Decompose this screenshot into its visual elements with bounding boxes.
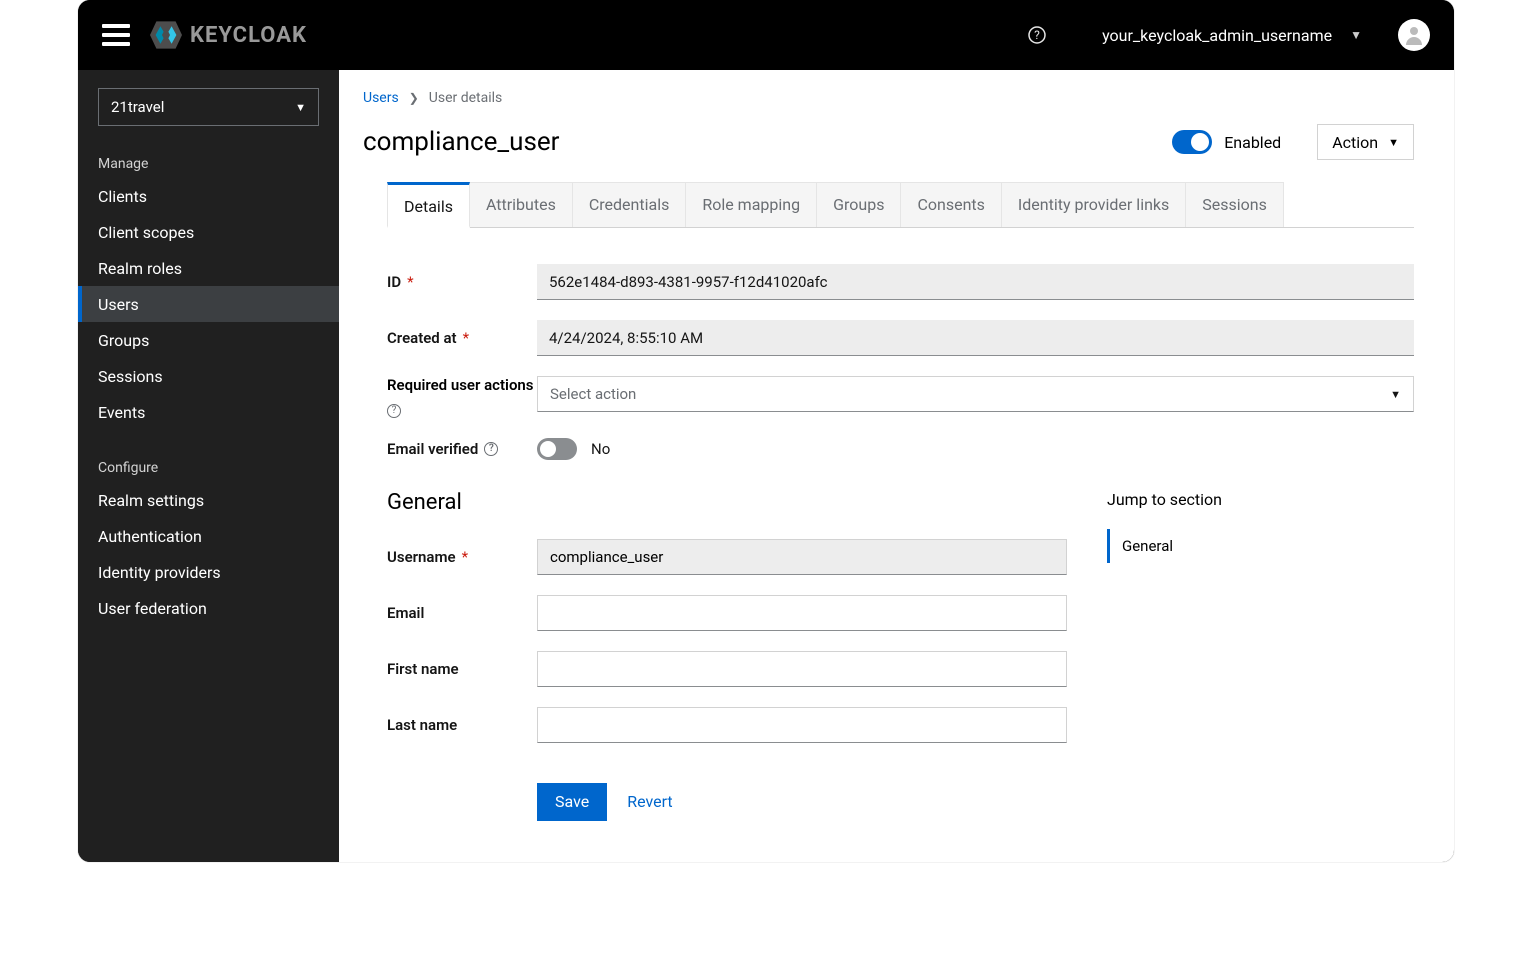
username-input[interactable] <box>537 539 1067 575</box>
email-verified-label: Email verified <box>387 440 478 458</box>
sidebar-item-events[interactable]: Events <box>78 394 339 430</box>
email-verified-value: No <box>591 440 610 458</box>
realm-name: 21travel <box>111 98 164 116</box>
tab-role-mapping[interactable]: Role mapping <box>686 182 817 227</box>
sidebar-item-identity-providers[interactable]: Identity providers <box>78 554 339 590</box>
topbar: KEYCLOAK ? your_keycloak_admin_username … <box>78 0 1454 70</box>
select-placeholder: Select action <box>550 385 636 403</box>
last-name-label: Last name <box>387 716 457 734</box>
avatar[interactable] <box>1398 19 1430 51</box>
tab-details[interactable]: Details <box>387 182 470 228</box>
svg-text:?: ? <box>1034 28 1040 42</box>
username-label: your_keycloak_admin_username <box>1102 26 1332 45</box>
last-name-input[interactable] <box>537 707 1067 743</box>
help-icon[interactable]: ? <box>387 404 401 418</box>
jump-to-section-heading: Jump to section <box>1107 490 1307 509</box>
caret-down-icon: ▼ <box>1350 28 1362 42</box>
tabs: Details Attributes Credentials Role mapp… <box>387 182 1414 228</box>
save-button[interactable]: Save <box>537 783 607 821</box>
email-input[interactable] <box>537 595 1067 631</box>
keycloak-logo-icon <box>150 21 182 49</box>
id-label: ID <box>387 273 401 291</box>
breadcrumb-users-link[interactable]: Users <box>363 90 399 106</box>
tab-identity-provider-links[interactable]: Identity provider links <box>1002 182 1186 227</box>
tab-consents[interactable]: Consents <box>901 182 1001 227</box>
sidebar-item-users[interactable]: Users <box>78 286 339 322</box>
required-mark: * <box>463 329 469 347</box>
breadcrumb: Users ❯ User details <box>363 90 1414 106</box>
tab-attributes[interactable]: Attributes <box>470 182 573 227</box>
sidebar-item-realm-roles[interactable]: Realm roles <box>78 250 339 286</box>
tab-sessions[interactable]: Sessions <box>1186 182 1284 227</box>
enabled-toggle[interactable] <box>1172 130 1212 154</box>
realm-selector[interactable]: 21travel ▼ <box>98 88 319 126</box>
jump-item-general[interactable]: General <box>1107 529 1307 563</box>
action-dropdown[interactable]: Action ▼ <box>1317 124 1414 160</box>
required-mark: * <box>407 273 413 291</box>
revert-button[interactable]: Revert <box>627 792 672 811</box>
logo[interactable]: KEYCLOAK <box>150 21 307 49</box>
caret-down-icon: ▼ <box>1388 136 1399 149</box>
sidebar-item-sessions[interactable]: Sessions <box>78 358 339 394</box>
action-label: Action <box>1332 133 1378 152</box>
required-mark: * <box>462 548 468 566</box>
sidebar: 21travel ▼ Manage Clients Client scopes … <box>78 70 339 862</box>
user-menu[interactable]: your_keycloak_admin_username ▼ <box>1102 26 1362 45</box>
sidebar-item-clients[interactable]: Clients <box>78 178 339 214</box>
breadcrumb-current: User details <box>429 90 503 106</box>
sidebar-item-groups[interactable]: Groups <box>78 322 339 358</box>
username-label: Username <box>387 548 456 566</box>
hamburger-menu-icon[interactable] <box>102 24 130 46</box>
chevron-right-icon: ❯ <box>409 91 419 105</box>
sidebar-item-authentication[interactable]: Authentication <box>78 518 339 554</box>
email-label: Email <box>387 604 424 622</box>
first-name-input[interactable] <box>537 651 1067 687</box>
required-user-actions-select[interactable]: Select action ▼ <box>537 376 1414 412</box>
page-title: compliance_user <box>363 127 559 157</box>
first-name-label: First name <box>387 660 459 678</box>
help-icon[interactable]: ? <box>484 442 498 456</box>
main-content: Users ❯ User details compliance_user Ena… <box>339 70 1454 862</box>
email-verified-toggle[interactable] <box>537 438 577 460</box>
tab-credentials[interactable]: Credentials <box>573 182 687 227</box>
created-at-value: 4/24/2024, 8:55:10 AM <box>537 320 1414 356</box>
caret-down-icon: ▼ <box>295 101 306 114</box>
created-at-label: Created at <box>387 329 457 347</box>
tab-groups[interactable]: Groups <box>817 182 901 227</box>
required-user-actions-label: Required user actions <box>387 376 537 394</box>
sidebar-item-user-federation[interactable]: User federation <box>78 590 339 626</box>
sidebar-section-manage: Manage <box>78 144 339 178</box>
help-icon[interactable]: ? <box>1028 26 1046 44</box>
id-value: 562e1484-d893-4381-9957-f12d41020afc <box>537 264 1414 300</box>
sidebar-section-configure: Configure <box>78 448 339 482</box>
sidebar-item-client-scopes[interactable]: Client scopes <box>78 214 339 250</box>
enabled-label: Enabled <box>1224 133 1281 152</box>
general-heading: General <box>387 490 1067 515</box>
caret-down-icon: ▼ <box>1390 388 1401 401</box>
sidebar-item-realm-settings[interactable]: Realm settings <box>78 482 339 518</box>
logo-text: KEYCLOAK <box>190 23 307 48</box>
